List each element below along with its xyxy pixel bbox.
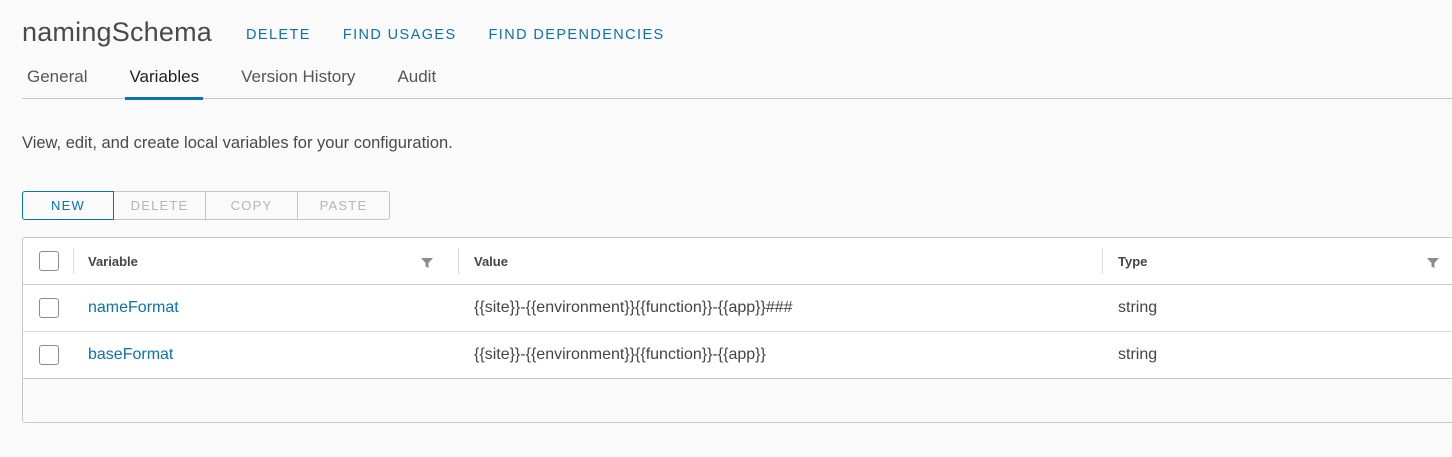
grid-header: Variable Value Type xyxy=(23,238,1452,285)
header-actions: DELETE FIND USAGES FIND DEPENDENCIES xyxy=(246,23,665,43)
variable-cell: nameFormat xyxy=(74,285,459,331)
variable-link[interactable]: baseFormat xyxy=(88,346,173,364)
tab-version-history[interactable]: Version History xyxy=(237,66,359,99)
row-select-cell xyxy=(23,285,74,331)
type-text: string xyxy=(1118,299,1158,316)
variable-link[interactable]: nameFormat xyxy=(88,299,179,317)
value-column-header[interactable]: Value xyxy=(459,238,1103,284)
find-usages-button[interactable]: FIND USAGES xyxy=(343,23,457,43)
filter-icon[interactable] xyxy=(1427,258,1439,268)
filter-icon[interactable] xyxy=(421,258,433,268)
row-checkbox[interactable] xyxy=(38,298,59,318)
tab-general[interactable]: General xyxy=(22,66,91,99)
value-text: {{site}}-{{environment}}{{function}}-{{a… xyxy=(474,346,766,363)
type-column-header[interactable]: Type xyxy=(1103,238,1452,284)
row-checkbox[interactable] xyxy=(38,345,59,365)
find-dependencies-button[interactable]: FIND DEPENDENCIES xyxy=(489,23,665,43)
tab-audit[interactable]: Audit xyxy=(393,66,440,99)
delete-button[interactable]: DELETE xyxy=(114,191,206,220)
value-column-label: Value xyxy=(474,253,508,269)
value-text: {{site}}-{{environment}}{{function}}-{{a… xyxy=(474,299,793,316)
type-cell: string xyxy=(1103,285,1452,331)
type-column-label: Type xyxy=(1118,253,1148,269)
table-row: baseFormat {{site}}-{{environment}}{{fun… xyxy=(23,332,1452,379)
row-select-cell xyxy=(23,332,74,378)
type-cell: string xyxy=(1103,332,1452,378)
paste-button[interactable]: PASTE xyxy=(298,191,390,220)
page-title: namingSchema xyxy=(22,17,213,47)
tab-bar: General Variables Version History Audit xyxy=(22,66,1452,100)
new-button[interactable]: NEW xyxy=(22,191,114,220)
value-cell: {{site}}-{{environment}}{{function}}-{{a… xyxy=(459,332,1103,378)
select-all-cell xyxy=(23,238,74,284)
table-row: nameFormat {{site}}-{{environment}}{{fun… xyxy=(23,285,1452,332)
page: namingSchema DELETE FIND USAGES FIND DEP… xyxy=(0,0,1452,457)
variable-cell: baseFormat xyxy=(74,332,459,378)
variable-column-header[interactable]: Variable xyxy=(74,238,459,284)
type-text: string xyxy=(1118,346,1158,363)
delete-action-button[interactable]: DELETE xyxy=(246,23,311,43)
page-description: View, edit, and create local variables f… xyxy=(22,134,453,152)
value-cell: {{site}}-{{environment}}{{function}}-{{a… xyxy=(459,285,1103,331)
copy-button[interactable]: COPY xyxy=(206,191,298,220)
variable-column-label: Variable xyxy=(88,253,138,269)
select-all-checkbox[interactable] xyxy=(38,251,59,271)
tab-variables[interactable]: Variables xyxy=(125,66,203,100)
variables-grid: Variable Value Type nameFormat {{site}}-… xyxy=(22,237,1452,423)
page-header: namingSchema DELETE FIND USAGES FIND DEP… xyxy=(22,17,665,48)
grid-footer xyxy=(23,379,1452,422)
variables-toolbar: NEW DELETE COPY PASTE xyxy=(22,191,390,220)
